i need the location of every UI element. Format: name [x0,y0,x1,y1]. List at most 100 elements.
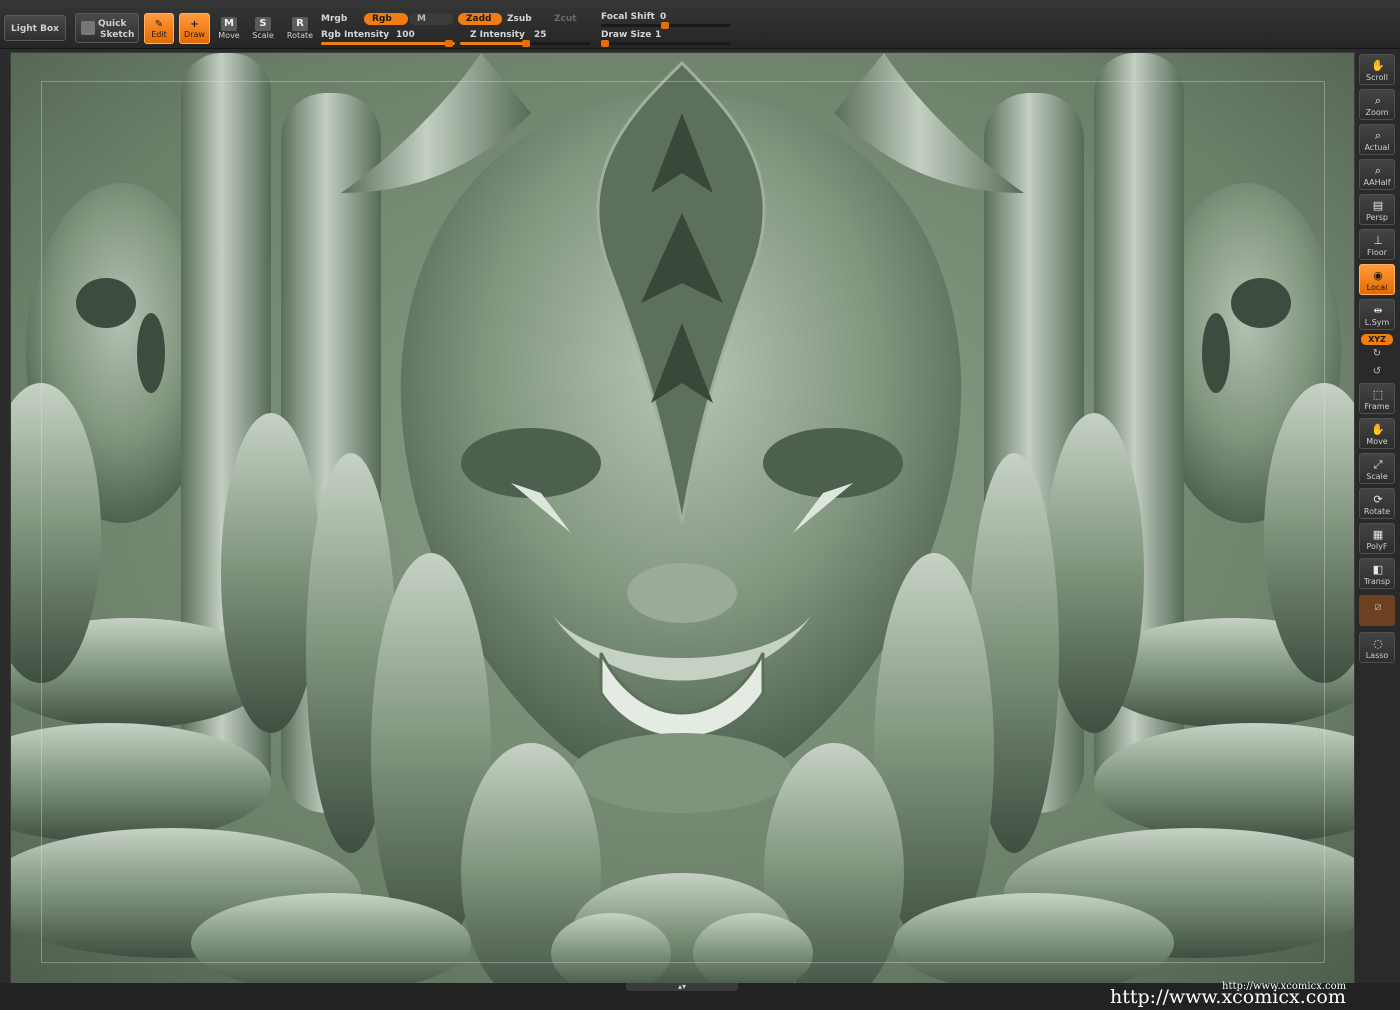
frame-label: Frame [1364,402,1390,411]
bottom-tray-toggle[interactable]: ▴▾ [626,983,738,991]
sculpt-canvas[interactable] [10,52,1355,984]
floor-button[interactable]: ⊥ Floor [1359,229,1395,260]
scale-tool-icon: S [255,17,271,31]
left-eye-socket [461,428,601,498]
rotate-y-icon[interactable]: ↻ [1370,348,1384,360]
rotate-tool-icon: R [292,17,308,31]
nose [627,563,737,623]
rgb-intensity-value: 100 [396,30,415,40]
frame-button[interactable]: ⬚ Frame [1359,383,1395,414]
rotate-icon: ⟳ [1373,493,1383,506]
lasso-label: Lasso [1365,651,1389,660]
transp-label: Transp [1363,577,1391,586]
right-shelf: ✋ Scroll ⌕ Zoom ⌕ Actual ⌕ AAHalf ▤ Pers… [1356,52,1400,1010]
rgb-toggle[interactable]: Rgb [364,13,408,25]
lsym-button[interactable]: ⇹ L.Sym [1359,299,1395,330]
scale-button[interactable]: ⤢ Scale [1359,453,1395,484]
frame-icon: ⬚ [1372,388,1384,401]
lasso-icon: ◌ [1373,637,1383,650]
z-intensity-knob[interactable] [522,40,530,47]
zcut-toggle[interactable]: Zcut [554,14,577,24]
edit-button[interactable]: ✎ Edit [144,13,174,44]
move-label: Move [1366,437,1388,446]
polyf-label: PolyF [1366,542,1388,551]
move-tool-label: Move [218,31,240,40]
z-intensity-slider[interactable] [460,40,590,47]
rgb-intensity-label: Rgb Intensity [321,30,390,40]
zoom-button[interactable]: ⌕ Zoom [1359,89,1395,120]
expand-arrows-icon: ▴▾ [677,982,687,991]
light-box-label: Light Box [11,24,59,34]
m-label: M [417,14,426,24]
focal-shift-knob[interactable] [661,22,669,29]
scale-tool-button[interactable]: S Scale [248,13,278,44]
chin [572,733,792,813]
z-intensity-fill [460,42,525,45]
scale-icon: ⤢ [1373,458,1383,471]
scale-label: Scale [1366,472,1388,481]
move-button[interactable]: ✋ Move [1359,418,1395,449]
rotate-button[interactable]: ⟳ Rotate [1359,488,1395,519]
focal-shift-value: 0 [660,12,667,22]
rotate-z-icon[interactable]: ↺ [1370,366,1384,378]
rotate-tool-button[interactable]: R Rotate [284,13,316,44]
draw-size-knob[interactable] [601,40,609,47]
scroll-icon: ✋ [1371,59,1385,72]
right-eye-socket [763,428,903,498]
local-icon: ◉ [1373,269,1383,282]
top-toolbar: Light Box Quick Sketch ✎ Edit + Draw M M… [0,0,1400,49]
rotate-label: Rotate [1363,507,1391,516]
quick-sketch-icon [81,21,95,35]
ghost-icon: ⧄ [1374,600,1382,613]
light-box-button[interactable]: Light Box [4,15,66,41]
move-tool-icon: M [221,17,237,31]
scroll-button[interactable]: ✋ Scroll [1359,54,1395,85]
rgb-intensity-slider[interactable] [321,40,455,47]
floor-icon: ⊥ [1373,234,1383,247]
actual-button[interactable]: ⌕ Actual [1359,124,1395,155]
zadd-toggle[interactable]: Zadd [458,13,502,25]
mrgb-toggle[interactable]: Mrgb [321,14,347,24]
persp-icon: ▤ [1372,199,1384,212]
lsym-label: L.Sym [1364,318,1390,327]
move-tool-button[interactable]: M Move [214,13,244,44]
zsub-toggle[interactable]: Zsub [507,14,532,24]
aahalf-button[interactable]: ⌕ AAHalf [1359,159,1395,190]
edit-label: Edit [151,30,167,39]
persp-label: Persp [1366,213,1388,222]
focal-shift-slider[interactable] [601,22,731,29]
lasso-button[interactable]: ◌ Lasso [1359,632,1395,663]
rgb-intensity-fill [321,42,455,45]
actual-icon: ⌕ [1374,129,1382,142]
z-intensity-value: 25 [534,30,547,40]
transp-button[interactable]: ◧ Transp [1359,558,1395,589]
actual-label: Actual [1364,143,1390,152]
ghost-button[interactable]: ⧄ [1359,595,1395,626]
draw-button[interactable]: + Draw [179,13,210,44]
draw-size-slider[interactable] [601,40,731,47]
rotate-tool-label: Rotate [286,31,314,40]
quick-sketch-label-2: Sketch [100,30,135,40]
lsym-icon: ⇹ [1373,304,1383,317]
xyz-toggle[interactable]: XYZ [1361,334,1393,345]
local-button[interactable]: ◉ Local [1359,264,1395,295]
quick-sketch-button[interactable]: Quick Sketch [75,13,139,43]
draw-label: Draw [184,30,205,39]
sculpt-render [11,53,1354,983]
move-icon: ✋ [1371,423,1385,436]
scroll-label: Scroll [1366,73,1388,82]
focal-shift-label: Focal Shift [601,12,655,22]
aahalf-label: AAHalf [1363,178,1391,187]
zoom-icon: ⌕ [1374,94,1382,107]
persp-button[interactable]: ▤ Persp [1359,194,1395,225]
zadd-label: Zadd [466,14,492,24]
floor-label: Floor [1367,248,1387,257]
m-toggle[interactable]: M [409,13,453,25]
watermark-big: http://www.xcomicx.com [1110,986,1346,1008]
z-intensity-label: Z Intensity [470,30,525,40]
zoom-label: Zoom [1365,108,1389,117]
quick-sketch-label-1: Quick [98,19,127,29]
rgb-intensity-knob[interactable] [445,40,453,47]
polyf-button[interactable]: ▦ PolyF [1359,523,1395,554]
draw-size-label: Draw Size [601,30,652,40]
